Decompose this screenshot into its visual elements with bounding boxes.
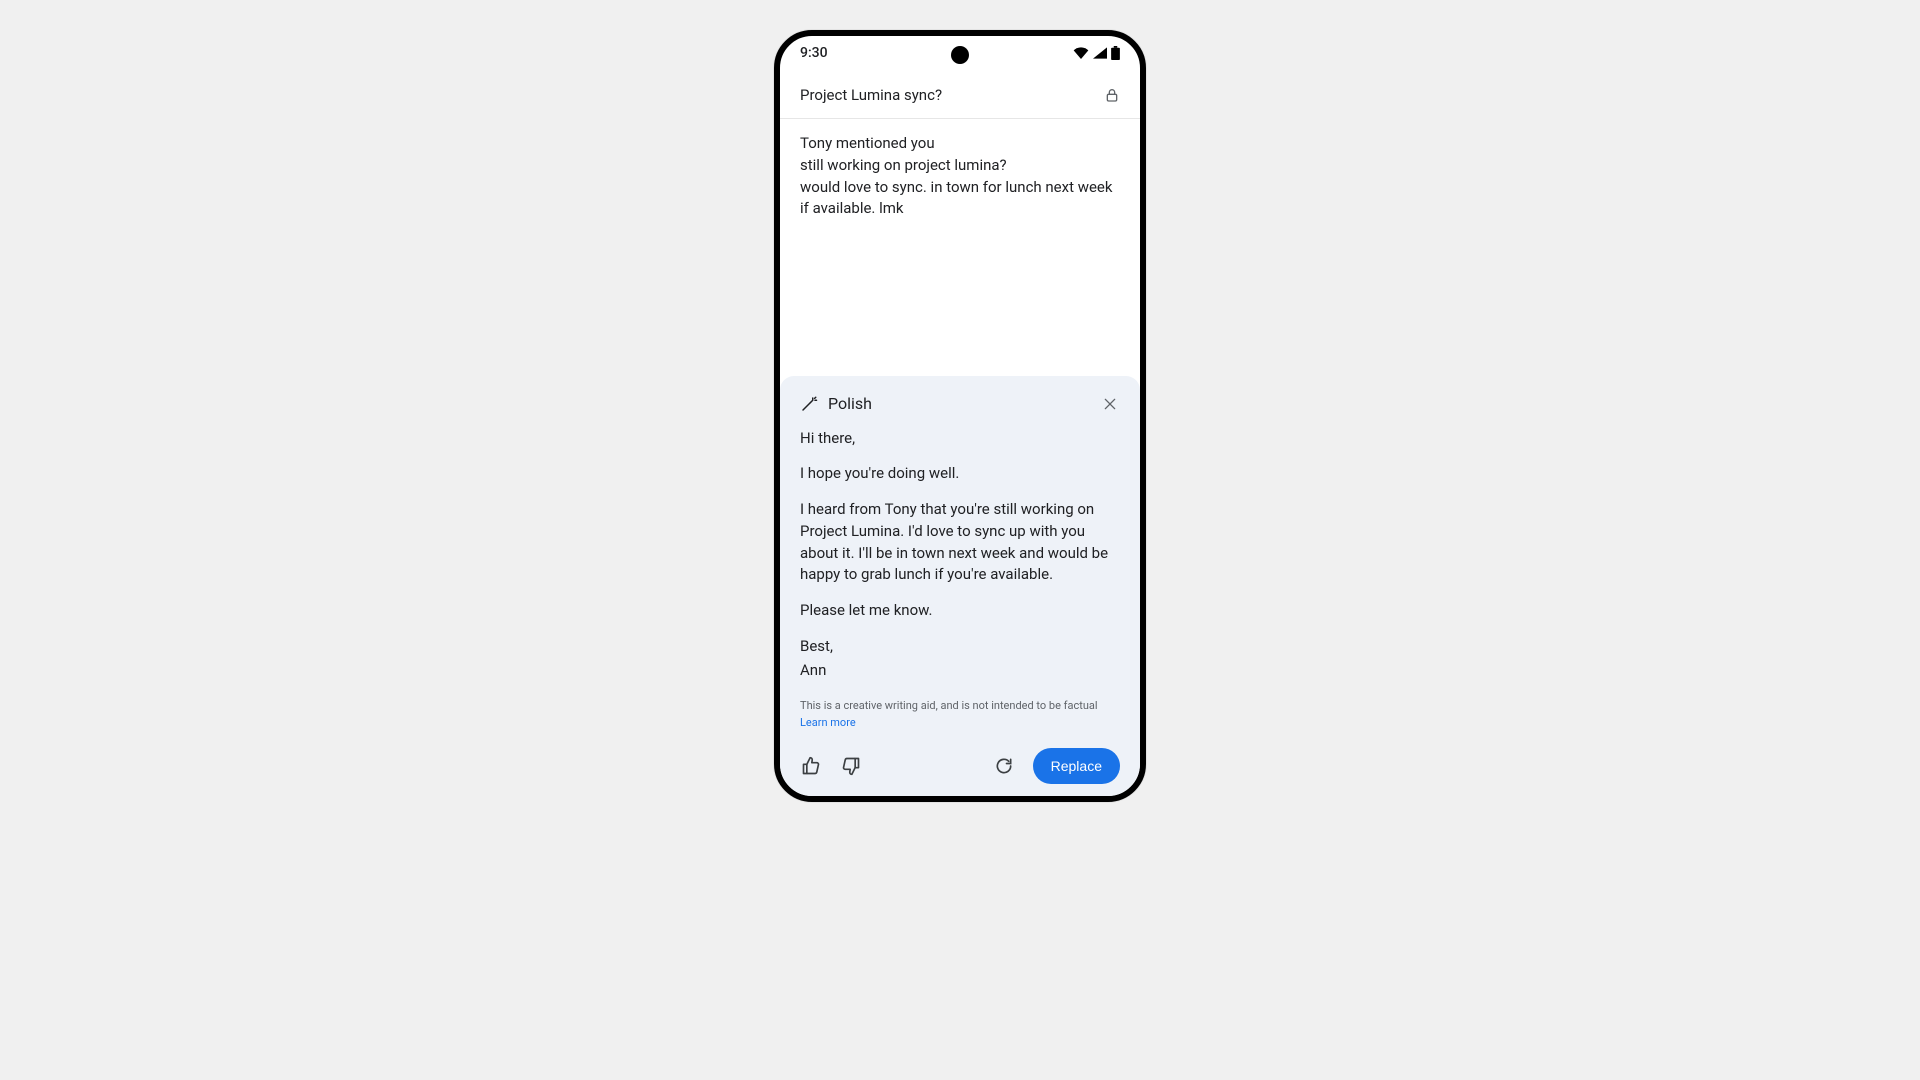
polish-signature: Ann xyxy=(800,660,1120,682)
polish-line: I hope you're doing well. xyxy=(800,463,1120,485)
status-time: 9:30 xyxy=(800,45,828,61)
camera-hole-icon xyxy=(951,46,969,64)
subject-row: Project Lumina sync? xyxy=(780,70,1140,119)
spacer xyxy=(780,220,1140,376)
wifi-icon xyxy=(1073,47,1089,59)
learn-more-link[interactable]: Learn more xyxy=(800,716,1120,730)
polish-signoff: Best, xyxy=(800,636,1120,658)
wand-icon xyxy=(800,395,818,413)
polish-title-group: Polish xyxy=(800,394,872,413)
status-icons xyxy=(1073,46,1120,60)
action-row: Replace xyxy=(800,748,1120,784)
subject-text[interactable]: Project Lumina sync? xyxy=(800,86,942,104)
lock-icon[interactable] xyxy=(1104,87,1120,103)
disclaimer-text: This is a creative writing aid, and is n… xyxy=(800,699,1098,712)
polish-line: Please let me know. xyxy=(800,600,1120,622)
draft-line: would love to sync. in town for lunch ne… xyxy=(800,177,1120,221)
draft-body[interactable]: Tony mentioned you still working on proj… xyxy=(780,119,1140,220)
thumbs-down-button[interactable] xyxy=(840,755,862,777)
disclaimer: This is a creative writing aid, and is n… xyxy=(800,699,1120,730)
battery-icon xyxy=(1111,46,1120,60)
status-bar: 9:30 xyxy=(780,36,1140,70)
replace-button[interactable]: Replace xyxy=(1033,748,1120,784)
polish-line: Hi there, xyxy=(800,428,1120,450)
regenerate-button[interactable] xyxy=(993,755,1015,777)
cell-signal-icon xyxy=(1093,47,1107,59)
close-button[interactable] xyxy=(1100,394,1120,414)
draft-line: still working on project lumina? xyxy=(800,155,1120,177)
polish-header: Polish xyxy=(800,394,1120,414)
phone-frame: 9:30 Project Lumina sync? xyxy=(774,30,1146,802)
thumbs-up-button[interactable] xyxy=(800,755,822,777)
polish-panel: Polish Hi there, I hope you're doing wel… xyxy=(780,376,1140,796)
polish-line: I heard from Tony that you're still work… xyxy=(800,499,1120,586)
draft-line: Tony mentioned you xyxy=(800,133,1120,155)
right-actions: Replace xyxy=(993,748,1120,784)
polish-suggestion-text: Hi there, I hope you're doing well. I he… xyxy=(800,428,1120,696)
stage: 9:30 Project Lumina sync? xyxy=(0,0,1920,1080)
feedback-group xyxy=(800,755,862,777)
polish-title: Polish xyxy=(828,394,872,413)
